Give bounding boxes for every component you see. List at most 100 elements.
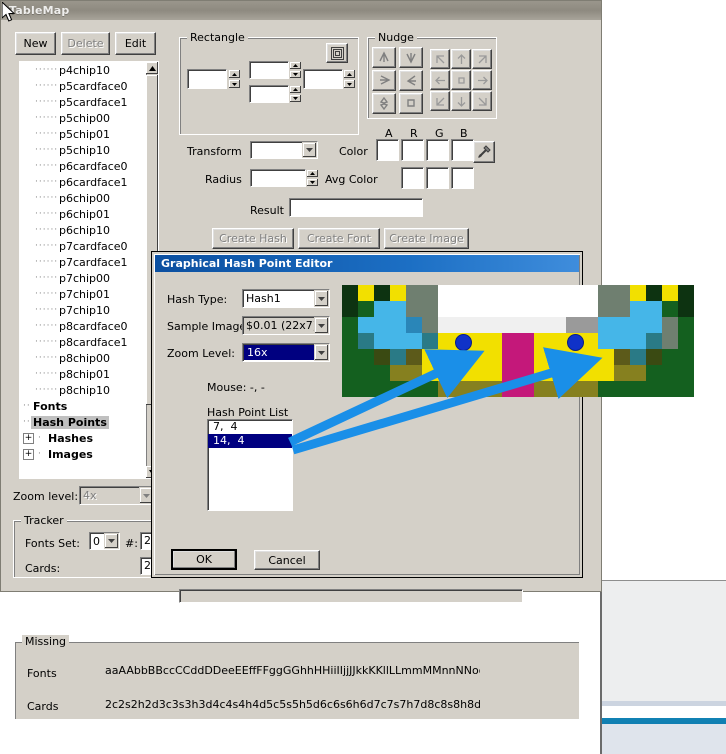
dialog-zoom-level-combo[interactable]: 16x	[242, 343, 330, 362]
color-channel-g-field[interactable]	[426, 139, 449, 161]
rect-left-field[interactable]	[187, 69, 227, 89]
hash-point-list[interactable]: 7, 4 14, 4	[207, 419, 293, 511]
tree-node-p8chip10[interactable]: ······ p8chip10	[19, 382, 145, 398]
arrow-center-icon[interactable]	[451, 70, 471, 90]
new-button[interactable]: New	[15, 32, 56, 55]
spin-up-icon[interactable]	[306, 169, 319, 178]
rect-bottom-spinner[interactable]	[289, 85, 302, 103]
arrow-down-icon[interactable]	[451, 91, 471, 111]
title-bar[interactable]: TableMap	[1, 1, 601, 20]
spin-down-icon[interactable]	[289, 70, 302, 79]
tree-node-images[interactable]: + · Images	[19, 446, 145, 462]
rect-left-spinner[interactable]	[228, 69, 241, 89]
spin-up-icon[interactable]	[343, 69, 356, 79]
tree-node-p5chip00[interactable]: ······ p5chip00	[19, 110, 145, 126]
hash-point-list-item[interactable]: 7, 4	[208, 420, 292, 434]
spin-down-icon[interactable]	[343, 79, 356, 89]
tree-node-p7chip00[interactable]: ······ p7chip00	[19, 270, 145, 286]
transform-combo[interactable]	[250, 141, 318, 159]
grow-all-icon[interactable]	[372, 93, 396, 114]
tree-node-p5chip10[interactable]: ······ p5chip10	[19, 142, 145, 158]
scroll-up-icon[interactable]	[146, 62, 158, 74]
grow-right-icon[interactable]	[372, 70, 396, 91]
arrow-left-icon[interactable]	[430, 70, 450, 90]
tree-node-p7chip10[interactable]: ······ p7chip10	[19, 302, 145, 318]
result-field[interactable]	[289, 198, 423, 217]
hash-point-list-item[interactable]: 14, 4	[208, 434, 292, 448]
chevron-down-icon[interactable]	[302, 142, 317, 158]
tree-node-p8cardface0[interactable]: ······ p8cardface0	[19, 318, 145, 334]
arrow-up-left-icon[interactable]	[430, 49, 450, 69]
tree-node-p7cardface0[interactable]: ······ p7cardface0	[19, 238, 145, 254]
tree-node-p6chip10[interactable]: ······ p6chip10	[19, 222, 145, 238]
hash-type-combo[interactable]: Hash1	[242, 289, 330, 308]
sample-image-combo[interactable]: $0.01 (22x7)	[242, 316, 330, 335]
tree-list[interactable]: ······ p4chip10 ······ p5cardface0 ······ p5c…	[19, 61, 145, 479]
rect-top-spinner[interactable]	[289, 61, 302, 79]
rect-bottom-field[interactable]	[249, 85, 289, 103]
radius-spinner[interactable]	[306, 169, 319, 187]
avg-color-channel-2-field[interactable]	[451, 167, 474, 189]
spin-up-icon[interactable]	[289, 85, 302, 94]
tree-node-p4chip10[interactable]: ······ p4chip10	[19, 62, 145, 78]
cancel-button[interactable]: Cancel	[254, 550, 320, 570]
tree-node-p5cardface0[interactable]: ······ p5cardface0	[19, 78, 145, 94]
sample-image-preview[interactable]	[342, 285, 694, 397]
spin-down-icon[interactable]	[289, 94, 302, 103]
chevron-down-icon[interactable]	[104, 533, 119, 549]
shrink-left-icon[interactable]	[399, 70, 423, 91]
tree-node-p6chip01[interactable]: ······ p6chip01	[19, 206, 145, 222]
tree-node-p6chip00[interactable]: ······ p6chip00	[19, 190, 145, 206]
color-channel-r-field[interactable]	[401, 139, 424, 161]
chevron-down-icon[interactable]	[314, 317, 329, 334]
rect-right-spinner[interactable]	[343, 69, 356, 89]
tree-node-p8chip00[interactable]: ······ p8chip00	[19, 350, 145, 366]
background-window[interactable]	[600, 580, 726, 754]
tree-node-fonts[interactable]: ·· Fonts	[19, 398, 145, 414]
tree-node-p7chip01[interactable]: ······ p7chip01	[19, 286, 145, 302]
tree-node-p5cardface1[interactable]: ······ p5cardface1	[19, 94, 145, 110]
arrow-right-icon[interactable]	[472, 70, 492, 90]
arrow-up-icon[interactable]	[451, 49, 471, 69]
fonts-set-combo[interactable]: 0	[89, 532, 120, 550]
radius-field[interactable]	[250, 169, 306, 187]
avg-color-channel-1-field[interactable]	[426, 167, 449, 189]
nudge-move-buttons[interactable]	[430, 49, 492, 111]
rect-top-field[interactable]	[249, 61, 289, 79]
shrink-down-icon[interactable]	[399, 47, 423, 68]
tree-node-hashes[interactable]: + · Hashes	[19, 430, 145, 446]
dialog-title-bar[interactable]: Graphical Hash Point Editor	[155, 255, 579, 272]
arrow-down-left-icon[interactable]	[430, 91, 450, 111]
tree-expander-icon[interactable]: +	[23, 448, 34, 460]
tree-node-p8chip01[interactable]: ······ p8chip01	[19, 366, 145, 382]
spin-down-icon[interactable]	[228, 79, 241, 89]
arrow-up-right-icon[interactable]	[472, 49, 492, 69]
tree-node-p7cardface1[interactable]: ······ p7cardface1	[19, 254, 145, 270]
tree-node-p5chip01[interactable]: ······ p5chip01	[19, 126, 145, 142]
shrink-all-icon[interactable]	[399, 93, 423, 114]
color-channel-b-field[interactable]	[451, 139, 474, 161]
tree-expander-icon[interactable]: +	[23, 432, 34, 444]
tree-node-p8cardface1[interactable]: ······ p8cardface1	[19, 334, 145, 350]
spin-down-icon[interactable]	[306, 178, 319, 187]
object-tree[interactable]: ······ p4chip10 ······ p5cardface0 ······ p5c…	[19, 61, 159, 479]
grow-up-icon[interactable]	[372, 47, 396, 68]
spin-up-icon[interactable]	[289, 61, 302, 70]
hash-point-marker-0[interactable]	[455, 334, 472, 351]
rectangle-preset-button[interactable]	[326, 43, 348, 63]
chevron-down-icon[interactable]	[314, 344, 329, 361]
arrow-down-right-icon[interactable]	[472, 91, 492, 111]
avg-color-channel-0-field[interactable]	[401, 167, 424, 189]
nudge-resize-buttons[interactable]	[372, 47, 424, 114]
edit-button[interactable]: Edit	[115, 32, 156, 55]
tree-node-hash-points[interactable]: ·· Hash Points	[19, 414, 145, 430]
ok-button[interactable]: OK	[171, 549, 237, 570]
tree-node-p6cardface1[interactable]: ······ p6cardface1	[19, 174, 145, 190]
chevron-down-icon[interactable]	[314, 290, 329, 307]
spin-up-icon[interactable]	[228, 69, 241, 79]
color-channel-a-field[interactable]	[376, 139, 399, 161]
tree-node-p6cardface0[interactable]: ······ p6cardface0	[19, 158, 145, 174]
eyedropper-button[interactable]	[473, 141, 495, 163]
rect-right-field[interactable]	[303, 69, 343, 89]
hash-point-marker-1[interactable]	[567, 334, 584, 351]
